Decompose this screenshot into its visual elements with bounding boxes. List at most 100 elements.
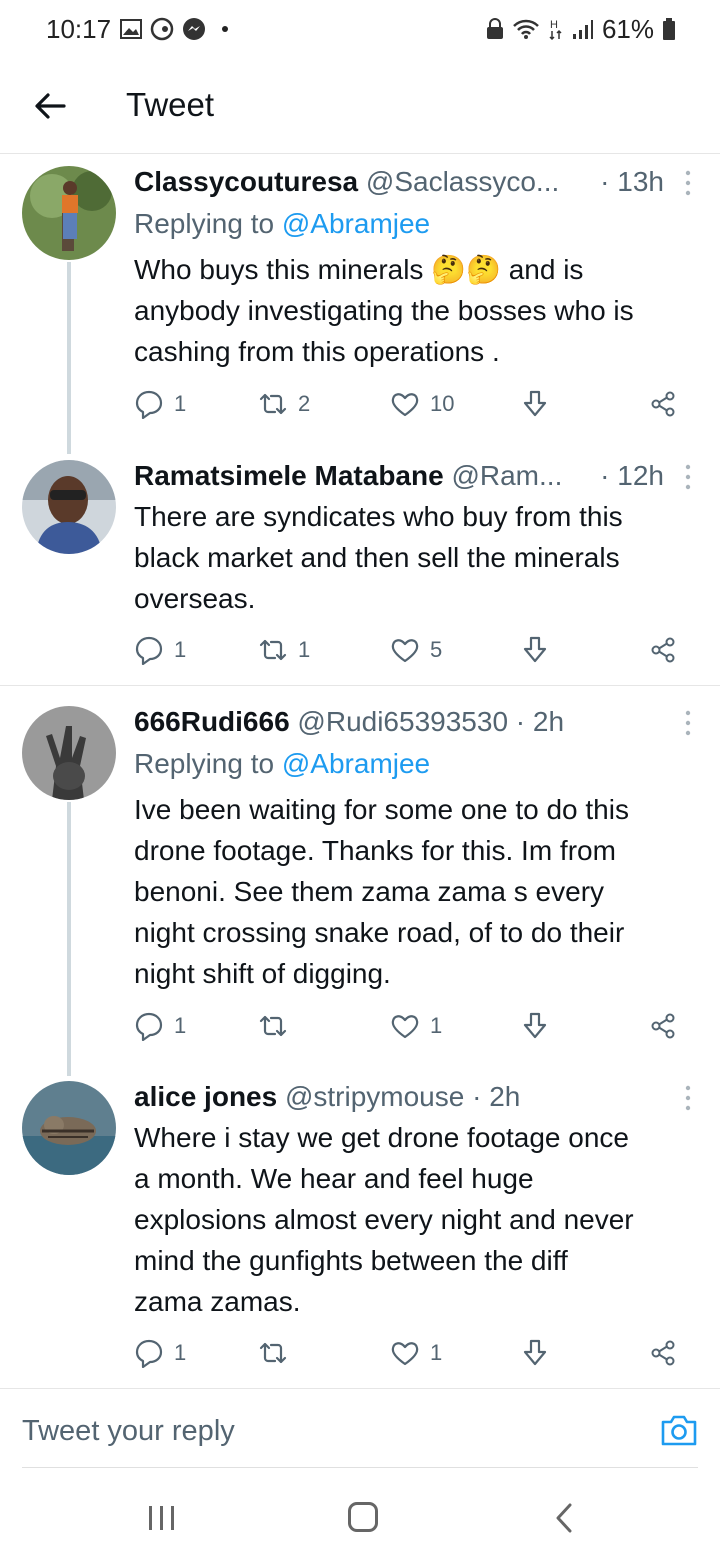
like-button[interactable]: 1 (390, 1008, 442, 1044)
reply-icon (135, 1012, 163, 1041)
heart-icon (391, 1015, 419, 1039)
save-button[interactable] (520, 1008, 550, 1044)
retweet-button[interactable]: 1 (258, 632, 310, 668)
nav-back-icon[interactable] (552, 1502, 576, 1534)
tweet[interactable]: 666Rudi666 @Rudi65393530 · 2h Replying t… (0, 702, 720, 1052)
tweet[interactable]: Classycouturesa @Saclassyco... · 13h Rep… (0, 162, 720, 432)
tweet[interactable]: Ramatsimele Matabane @Ram... · 12h There… (0, 456, 720, 676)
avatar[interactable] (22, 166, 116, 260)
user-handle: @Saclassyco... (365, 166, 560, 197)
tweet-text: Where i stay we get drone footage once a… (134, 1122, 634, 1317)
display-name[interactable]: Ramatsimele Matabane (134, 460, 444, 491)
system-nav-bar (0, 1470, 720, 1560)
battery-percent: 61% (601, 13, 654, 44)
like-count: 1 (430, 1340, 443, 1365)
recent-apps-icon[interactable] (148, 1504, 176, 1532)
conversation-divider (0, 685, 720, 686)
back-arrow-icon[interactable] (32, 88, 68, 124)
download-icon (523, 390, 547, 417)
download-icon (523, 1339, 547, 1366)
share-button[interactable] (648, 632, 678, 668)
display-name[interactable]: Classycouturesa (134, 166, 358, 197)
app-notification-icon (150, 17, 174, 41)
mention-link[interactable]: @Abramjee (282, 208, 430, 239)
user-handle: @Rudi65393530 (297, 706, 509, 737)
reply-count: 1 (174, 637, 187, 662)
share-icon (651, 1013, 675, 1039)
tweet-header: Classycouturesa @Saclassyco... · 13h (134, 162, 674, 202)
more-options-icon[interactable] (684, 710, 692, 736)
avatar[interactable] (22, 706, 116, 800)
notification-icons (120, 16, 228, 42)
display-name[interactable]: alice jones (134, 1081, 277, 1112)
reply-icon (135, 390, 163, 419)
reply-button[interactable]: 1 (134, 1008, 186, 1044)
tweet-header: 666Rudi666 @Rudi65393530 · 2h (134, 702, 674, 742)
replying-to: Replying to @Abramjee (134, 744, 430, 784)
tweet-actions: 1 2 10 (134, 386, 694, 422)
like-button[interactable]: 1 (390, 1335, 442, 1371)
reply-button[interactable]: 1 (134, 632, 186, 668)
retweet-button[interactable] (258, 1008, 298, 1044)
signal-icon (572, 20, 593, 39)
replying-label: Replying to (134, 748, 282, 779)
retweet-count: 1 (298, 637, 311, 662)
reply-button[interactable]: 1 (134, 386, 186, 422)
retweet-count: 2 (298, 391, 311, 416)
status-right: H 61% (486, 14, 676, 44)
tweet-time: · 12h (596, 456, 664, 496)
heart-icon (391, 393, 419, 417)
wifi-icon (513, 19, 539, 39)
tweet-text: Who buys this minerals 🤔🤔 and is anybody… (134, 254, 634, 367)
heart-icon (391, 639, 419, 663)
tweet-time: · 13h (596, 162, 664, 202)
retweet-button[interactable] (258, 1335, 298, 1371)
lock-icon (486, 18, 503, 39)
user-handle: @stripymouse (284, 1081, 465, 1112)
more-options-icon[interactable] (684, 170, 692, 196)
save-button[interactable] (520, 386, 550, 422)
retweet-icon (259, 639, 287, 661)
avatar[interactable] (22, 460, 116, 554)
home-button-icon[interactable] (348, 1502, 378, 1532)
display-name[interactable]: 666Rudi666 (134, 706, 290, 737)
reply-underline (22, 1467, 698, 1468)
reply-button[interactable]: 1 (134, 1335, 186, 1371)
messenger-notification-icon (183, 18, 205, 40)
status-time: 10:17 (46, 14, 112, 44)
replying-label: Replying to (134, 208, 282, 239)
battery-icon (663, 18, 675, 40)
like-count: 10 (430, 391, 455, 416)
download-icon (523, 1012, 547, 1039)
avatar[interactable] (22, 1081, 116, 1175)
like-count: 5 (430, 637, 443, 662)
tweet-actions: 1 1 (134, 1008, 694, 1044)
tweet-header: alice jones @stripymouse · 2h (134, 1077, 674, 1117)
tweet[interactable]: alice jones @stripymouse · 2h Where i st… (0, 1077, 720, 1377)
camera-icon[interactable] (660, 1413, 698, 1447)
gallery-notification-icon (120, 19, 142, 39)
tweet-actions: 1 1 5 (134, 632, 694, 668)
like-button[interactable]: 10 (390, 386, 454, 422)
tweet-time: · 2h (515, 706, 565, 737)
reply-composer: Tweet your reply (0, 1388, 720, 1468)
download-icon (523, 636, 547, 663)
reply-icon (135, 1339, 163, 1368)
share-button[interactable] (648, 386, 678, 422)
retweet-button[interactable]: 2 (258, 386, 310, 422)
more-options-icon[interactable] (684, 1085, 692, 1111)
retweet-icon (259, 393, 287, 415)
share-button[interactable] (648, 1008, 678, 1044)
like-button[interactable]: 5 (390, 632, 442, 668)
mention-link[interactable]: @Abramjee (282, 748, 430, 779)
share-button[interactable] (648, 1335, 678, 1371)
retweet-icon (259, 1015, 287, 1037)
save-button[interactable] (520, 1335, 550, 1371)
share-icon (651, 391, 675, 417)
save-button[interactable] (520, 632, 550, 668)
heart-icon (391, 1342, 419, 1366)
tweet-text: There are syndicates who buy from this b… (134, 501, 623, 614)
reply-icon (135, 636, 163, 665)
more-options-icon[interactable] (684, 464, 692, 490)
reply-input[interactable]: Tweet your reply (22, 1415, 235, 1448)
